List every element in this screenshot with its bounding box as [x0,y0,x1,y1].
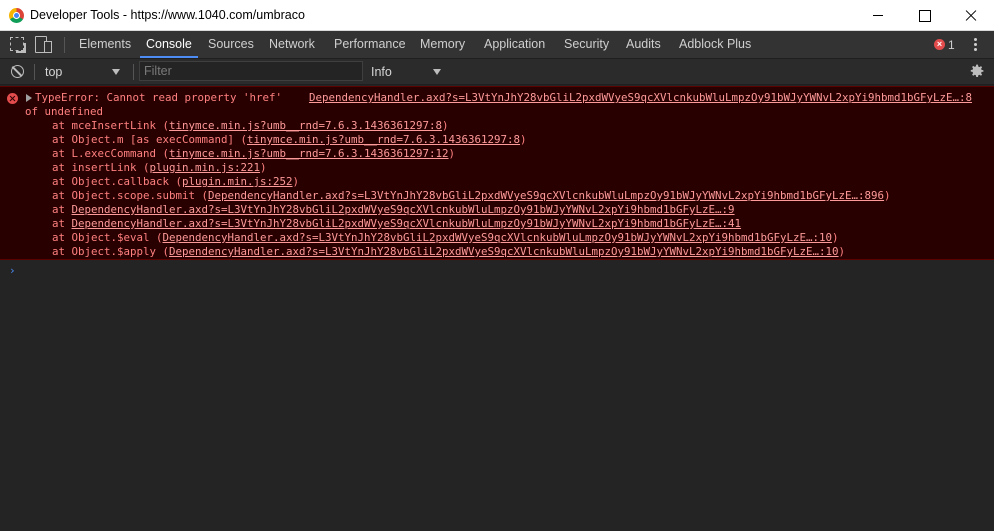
stack-frame-function: at Object.callback ( [52,175,183,188]
device-toolbar-icon[interactable] [35,36,52,53]
console-output: TypeError: Cannot read property 'href' D… [0,86,994,531]
stack-frame-function: at insertLink ( [52,161,150,174]
expand-triangle-icon[interactable] [26,94,32,102]
error-source-link-text[interactable]: DependencyHandler.axd?s=L3VtYnJhY28vbGli… [309,91,972,104]
window-titlebar: Developer Tools - https://www.1040.com/u… [0,0,994,31]
chrome-logo-icon [9,8,24,23]
error-icon[interactable]: × [934,39,945,50]
console-toolbar: top Info [0,59,994,85]
stack-frame-link[interactable]: plugin.min.js:252 [182,175,293,188]
stack-frame: at Object.$apply (DependencyHandler.axd?… [52,245,845,259]
stack-frame-link[interactable]: DependencyHandler.axd?s=L3VtYnJhY28vbGli… [169,245,839,258]
toolbar-separator [133,64,134,80]
stack-frame-suffix: ) [838,245,846,258]
stack-frame: at L.execCommand (tinymce.min.js?umb__rn… [52,147,455,161]
stack-frame-link[interactable]: tinymce.min.js?umb__rnd=7.6.3.1436361297… [169,147,449,160]
stack-frame-link[interactable]: DependencyHandler.axd?s=L3VtYnJhY28vbGli… [72,203,735,216]
context-select[interactable]: top [37,62,127,82]
error-message-continued: of undefined [25,105,104,118]
stack-frame-suffix: ) [520,133,527,146]
tab-network[interactable]: Network [269,31,315,58]
stack-frame-function: at [52,203,72,216]
stack-frame: at insertLink (plugin.min.js:221) [52,161,267,175]
tab-console[interactable]: Console [140,31,198,58]
stack-frame-suffix: ) [832,231,839,244]
stack-frame-function: at mceInsertLink ( [52,119,170,132]
kebab-menu-icon[interactable] [974,38,978,52]
stack-frame-link[interactable]: DependencyHandler.axd?s=L3VtYnJhY28vbGli… [163,231,833,244]
stack-frame-link[interactable]: tinymce.min.js?umb__rnd=7.6.3.1436361297… [169,119,442,132]
close-window-button[interactable] [948,0,994,31]
toolbar-separator [34,64,35,80]
stack-frame-suffix: ) [442,119,449,132]
log-level-value: Info [371,65,392,79]
tab-security[interactable]: Security [564,31,609,58]
stack-frame: at Object.scope.submit (DependencyHandle… [52,189,891,203]
stack-frame: at Object.m [as execCommand] (tinymce.mi… [52,133,527,147]
gear-icon[interactable] [969,63,985,79]
stack-frame: at DependencyHandler.axd?s=L3VtYnJhY28vb… [52,203,735,217]
error-source-link[interactable]: DependencyHandler.axd?s=L3VtYnJhY28vbGli… [309,91,972,105]
tab-sources[interactable]: Sources [208,31,254,58]
log-level-select[interactable]: Info [365,62,445,82]
error-icon [7,93,18,104]
error-count[interactable]: 1 [948,38,955,52]
chevron-down-icon [112,69,120,75]
stack-frame-suffix: ) [448,147,456,160]
stack-frame-suffix: ) [260,161,267,174]
stack-frame-function: at Object.scope.submit ( [52,189,209,202]
stack-frame-function: at L.execCommand ( [52,147,170,160]
clear-console-icon[interactable] [11,65,24,78]
stack-frame-link[interactable]: DependencyHandler.axd?s=L3VtYnJhY28vbGli… [72,217,742,230]
stack-frame: at Object.callback (plugin.min.js:252) [52,175,299,189]
tab-adblock-plus[interactable]: Adblock Plus [679,31,751,58]
chevron-down-icon [433,69,441,75]
stack-frame: at Object.$eval (DependencyHandler.axd?s… [52,231,839,245]
stack-frame-link[interactable]: tinymce.min.js?umb__rnd=7.6.3.1436361297… [247,133,520,146]
inspect-element-icon[interactable] [10,37,24,51]
stack-frame-suffix: ) [292,175,300,188]
tab-performance[interactable]: Performance [334,31,406,58]
error-message: TypeError: Cannot read property 'href' [35,91,283,104]
stack-frame: at DependencyHandler.axd?s=L3VtYnJhY28vb… [52,217,741,231]
maximize-button[interactable] [901,0,947,31]
stack-frame-function: at Object.$apply ( [52,245,170,258]
window-title: Developer Tools - https://www.1040.com/u… [30,8,305,22]
stack-frame-link[interactable]: DependencyHandler.axd?s=L3VtYnJhY28vbGli… [208,189,884,202]
console-prompt[interactable]: › [9,264,16,277]
stack-frame-suffix: ) [884,189,891,202]
tab-application[interactable]: Application [484,31,545,58]
context-select-value: top [45,65,63,79]
tab-elements[interactable]: Elements [79,31,131,58]
tab-memory[interactable]: Memory [420,31,465,58]
tab-separator [64,37,65,53]
minimize-button[interactable] [855,0,901,31]
tab-audits[interactable]: Audits [626,31,661,58]
error-message-block: TypeError: Cannot read property 'href' D… [0,86,994,260]
stack-frame: at mceInsertLink (tinymce.min.js?umb__rn… [52,119,449,133]
stack-frame-function: at Object.m [as execCommand] ( [52,133,248,146]
filter-input[interactable] [139,61,363,81]
stack-frame-function: at [52,217,72,230]
stack-frame-link[interactable]: plugin.min.js:221 [150,161,261,174]
stack-frame-function: at Object.$eval ( [52,231,163,244]
devtools-tabbar: Elements Console Sources Network Perform… [0,31,994,59]
